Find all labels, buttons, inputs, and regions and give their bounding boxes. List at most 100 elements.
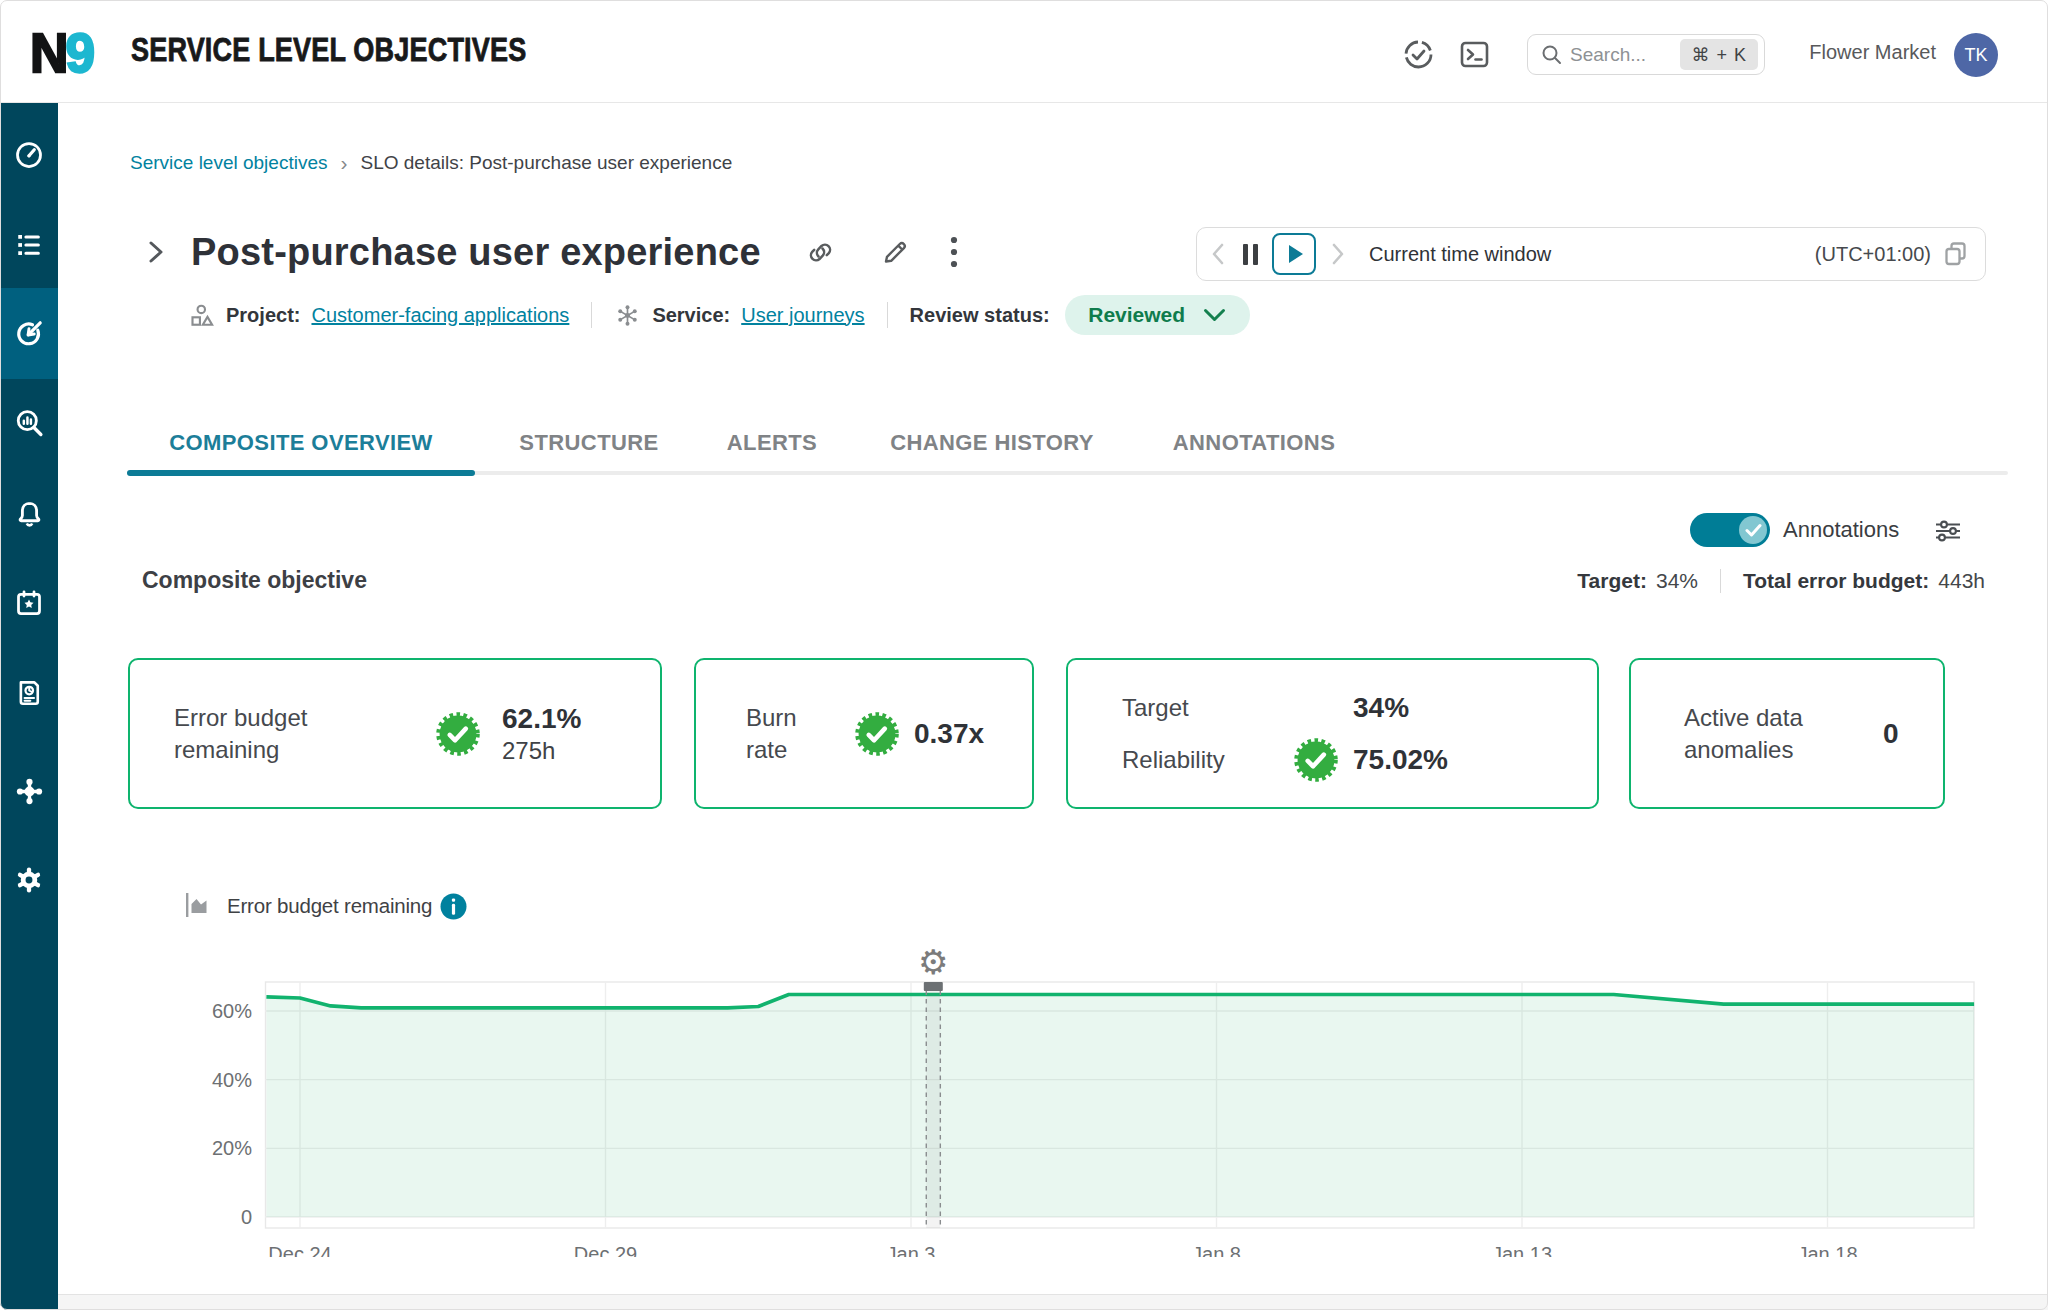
sidebar-item-integrations[interactable] xyxy=(0,746,58,836)
sidebar-item-dashboard[interactable] xyxy=(0,110,58,200)
bell-icon xyxy=(14,498,45,529)
time-window-label[interactable]: Current time window xyxy=(1369,243,1551,266)
nobl9-logo[interactable]: N9 xyxy=(30,20,92,85)
copy-icon[interactable] xyxy=(1941,239,1971,269)
project-link[interactable]: Customer-facing applications xyxy=(311,304,569,327)
target-row-label: Target xyxy=(1122,692,1189,724)
time-next-icon[interactable] xyxy=(1329,241,1347,267)
play-button[interactable] xyxy=(1272,233,1316,275)
slo-meta-row: Project: Customer-facing applications Se… xyxy=(188,294,1250,336)
check-icon xyxy=(1745,523,1762,537)
footer-strip xyxy=(58,1294,2048,1310)
card-target-reliability: Target 34% Reliability 75.02% xyxy=(1066,658,1599,809)
terminal-icon[interactable] xyxy=(1458,38,1491,71)
logo-9: 9 xyxy=(66,21,93,84)
copy-link-icon[interactable] xyxy=(805,237,836,268)
x-axis-label: Dec 24 xyxy=(268,1243,331,1257)
report-doc-icon xyxy=(14,678,44,708)
sidebar-item-slo-list[interactable] xyxy=(0,200,58,290)
chevron-down-icon xyxy=(1203,308,1226,322)
tenant-name[interactable]: Flower Market xyxy=(1809,41,1936,64)
error-budget-chart[interactable]: ⚙020%40%60%Dec 24Dec 29Jan 3Jan 8Jan 13J… xyxy=(180,940,2040,1257)
selection-handle[interactable] xyxy=(924,982,943,991)
healthy-badge-icon xyxy=(435,711,481,757)
avatar[interactable]: TK xyxy=(1954,33,1998,77)
app-header: N9 SERVICE LEVEL OBJECTIVES Search... ⌘ … xyxy=(0,0,2048,103)
section-heading: Composite objective xyxy=(142,567,367,594)
tab-annotations[interactable]: ANNOTATIONS xyxy=(1173,430,1335,456)
tab-composite-overview[interactable]: COMPOSITE OVERVIEW xyxy=(127,430,475,456)
info-icon[interactable] xyxy=(440,893,467,920)
annotations-toggle-label: Annotations xyxy=(1783,517,1899,543)
sidebar-item-reports[interactable] xyxy=(0,648,58,738)
card-subvalue: 275h xyxy=(502,736,581,766)
card-value: 0.37x xyxy=(914,717,984,751)
tab-change-history[interactable]: CHANGE HISTORY xyxy=(890,430,1094,456)
selection-band[interactable] xyxy=(926,982,940,1228)
card-label: Burn rate xyxy=(746,702,826,766)
calendar-star-icon xyxy=(14,588,44,618)
target-label: Target: xyxy=(1577,569,1647,593)
tab-alerts[interactable]: ALERTS xyxy=(727,430,817,456)
review-status-dropdown[interactable]: Reviewed xyxy=(1065,295,1250,335)
breadcrumb: Service level objectives › SLO details: … xyxy=(130,151,732,175)
kebab-menu-icon[interactable] xyxy=(950,235,958,269)
project-label: Project: xyxy=(226,304,300,327)
collapse-chevron-icon[interactable] xyxy=(145,237,167,267)
search-placeholder: Search... xyxy=(1570,44,1646,66)
pause-button[interactable] xyxy=(1243,244,1258,265)
area-fill xyxy=(266,995,1974,1218)
annotations-toggle[interactable] xyxy=(1690,513,1770,547)
annotations-filter-icon[interactable] xyxy=(1933,516,1963,546)
sidebar-item-analyze[interactable] xyxy=(0,378,58,468)
search-chart-icon xyxy=(14,408,45,439)
page-title: Post-purchase user experience xyxy=(191,231,761,274)
service-link[interactable]: User journeys xyxy=(741,304,864,327)
target-value: 34% xyxy=(1656,569,1698,593)
card-active-anomalies: Active data anomalies 0 xyxy=(1629,658,1945,809)
card-label: Error budget remaining xyxy=(174,702,384,766)
sidebar-nav xyxy=(0,103,58,1310)
sidebar-item-settings[interactable] xyxy=(0,835,58,925)
x-axis-label: Jan 3 xyxy=(887,1243,936,1257)
sidebar-item-slo-details[interactable] xyxy=(0,288,58,379)
time-prev-icon[interactable] xyxy=(1209,241,1227,267)
breadcrumb-current: SLO details: Post-purchase user experien… xyxy=(360,152,732,174)
search-input[interactable]: Search... ⌘ + K xyxy=(1527,34,1765,75)
divider xyxy=(887,302,888,328)
search-icon xyxy=(1541,44,1562,65)
time-window-control: Current time window (UTC+01:00) xyxy=(1196,227,1986,281)
list-icon xyxy=(14,230,44,260)
y-axis-label: 0 xyxy=(241,1206,252,1228)
budget-value: 443h xyxy=(1938,569,1985,593)
logo-n: N xyxy=(30,21,66,84)
divider xyxy=(1720,569,1721,593)
breadcrumb-link-slos[interactable]: Service level objectives xyxy=(130,152,327,174)
budget-label: Total error budget: xyxy=(1743,569,1929,593)
chart-title: Error budget remaining xyxy=(227,894,432,918)
tab-structure[interactable]: STRUCTURE xyxy=(519,430,658,456)
card-burn-rate: Burn rate 0.37x xyxy=(694,658,1034,809)
reliability-row-label: Reliability xyxy=(1122,744,1225,776)
title-row: Post-purchase user experience xyxy=(145,228,958,276)
review-status-value: Reviewed xyxy=(1088,303,1185,327)
selection-gear-icon[interactable]: ⚙ xyxy=(918,943,948,981)
breadcrumb-separator: › xyxy=(340,151,347,175)
y-axis-label: 20% xyxy=(212,1137,252,1159)
slo-target-icon xyxy=(13,318,45,350)
x-axis-label: Jan 18 xyxy=(1797,1243,1857,1257)
x-axis-label: Jan 8 xyxy=(1192,1243,1241,1257)
active-tab-underline xyxy=(127,470,475,476)
timezone-label: (UTC+01:00) xyxy=(1815,243,1931,266)
clock-check-icon[interactable] xyxy=(1402,38,1435,71)
service-label: Service: xyxy=(652,304,730,327)
sidebar-item-annotations-calendar[interactable] xyxy=(0,558,58,648)
edit-pencil-icon[interactable] xyxy=(880,237,910,267)
sidebar-item-alerts[interactable] xyxy=(0,468,58,558)
review-status-label: Review status: xyxy=(910,304,1050,327)
settings-gear-icon xyxy=(13,864,45,896)
card-error-budget: Error budget remaining 62.1% 275h xyxy=(128,658,662,809)
reliability-row-value: 75.02% xyxy=(1353,743,1448,777)
target-row-value: 34% xyxy=(1353,691,1409,725)
service-icon xyxy=(614,302,641,329)
